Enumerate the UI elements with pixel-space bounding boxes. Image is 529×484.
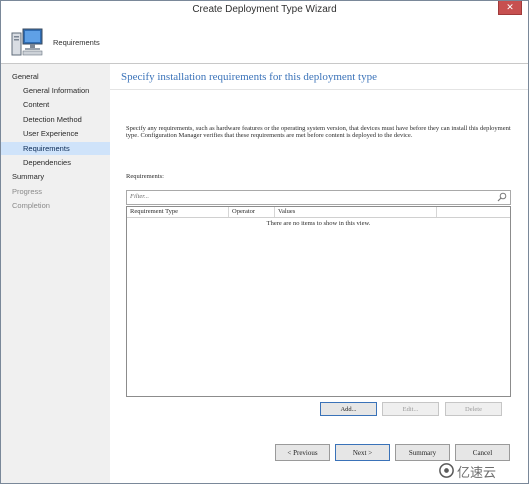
column-header-operator[interactable]: Operator: [229, 207, 275, 217]
close-button[interactable]: ✕: [498, 1, 522, 15]
computer-icon: [11, 28, 43, 56]
requirements-table[interactable]: Requirement Type Operator Values There a…: [126, 206, 511, 397]
sidebar-item-completion: Completion: [12, 201, 50, 210]
title-bar: Create Deployment Type Wizard ✕: [1, 1, 528, 20]
previous-button[interactable]: < Previous: [275, 444, 330, 461]
filter-input[interactable]: Filter...: [126, 190, 511, 205]
sidebar-item-content[interactable]: Content: [1, 98, 110, 111]
wizard-header: Requirements: [1, 20, 528, 64]
sidebar-item-user-experience[interactable]: User Experience: [1, 127, 110, 140]
sidebar-item-progress: Progress: [12, 187, 43, 196]
filter-placeholder: Filter...: [130, 193, 149, 200]
description-text: Specify any requirements, such as hardwa…: [126, 125, 511, 139]
window-title: Create Deployment Type Wizard: [192, 4, 337, 15]
watermark: 亿速云: [435, 461, 525, 481]
column-header-values[interactable]: Values: [275, 207, 437, 217]
add-button[interactable]: Add...: [320, 402, 377, 416]
sidebar-item-summary[interactable]: Summary: [1, 170, 110, 183]
requirements-label: Requirements:: [126, 173, 164, 180]
sidebar-item-requirements[interactable]: Requirements: [1, 142, 110, 155]
page-header-title: Requirements: [53, 38, 100, 47]
sidebar-item-general[interactable]: General: [1, 70, 110, 83]
wizard-window: Create Deployment Type Wizard ✕ Requirem…: [0, 0, 529, 484]
cancel-button[interactable]: Cancel: [455, 444, 510, 461]
wizard-content: Specify installation requirements for th…: [110, 64, 528, 483]
sidebar-item-dependencies[interactable]: Dependencies: [1, 156, 110, 169]
column-header-requirement-type[interactable]: Requirement Type: [127, 207, 229, 217]
watermark-text: 亿速云: [457, 466, 497, 481]
search-icon[interactable]: [497, 192, 507, 202]
summary-button[interactable]: Summary: [395, 444, 450, 461]
sidebar-item-general-information[interactable]: General Information: [1, 84, 110, 97]
sidebar-item-detection-method[interactable]: Detection Method: [1, 113, 110, 126]
cloud-logo-icon: [439, 463, 454, 478]
content-header: Specify installation requirements for th…: [110, 64, 528, 90]
wizard-sidebar: General General Information Content Dete…: [1, 64, 110, 483]
table-header: Requirement Type Operator Values: [127, 207, 510, 218]
edit-button[interactable]: Edit...: [382, 402, 439, 416]
page-title: Specify installation requirements for th…: [121, 71, 377, 83]
delete-button[interactable]: Delete: [445, 402, 502, 416]
next-button[interactable]: Next >: [335, 444, 390, 461]
empty-table-message: There are no items to show in this view.: [266, 220, 371, 227]
